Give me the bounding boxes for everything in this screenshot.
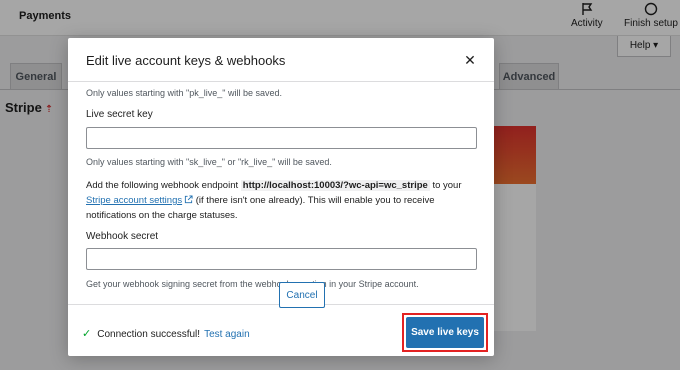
webhook-text-to-your: to your	[432, 180, 462, 191]
webhook-instructions: Add the following webhook endpoint http:…	[86, 178, 478, 223]
close-icon[interactable]: ✕	[462, 52, 478, 68]
webhook-secret-label: Webhook secret	[86, 231, 159, 242]
webhook-secret-hint: Get your webhook signing secret from the…	[86, 279, 419, 289]
status-text: Connection successful!	[97, 329, 201, 340]
cancel-button[interactable]: Cancel	[279, 282, 325, 308]
webhook-text-before: Add the following webhook endpoint	[86, 180, 239, 191]
connection-status: ✓ Connection successful! Test again	[82, 327, 250, 340]
publishable-key-hint: Only values starting with "pk_live_" wil…	[86, 88, 282, 98]
save-live-keys-button[interactable]: Save live keys	[406, 317, 484, 348]
webhook-secret-input[interactable]	[86, 248, 477, 270]
stripe-account-settings-link[interactable]: Stripe account settings	[86, 195, 182, 206]
webhook-endpoint: http://localhost:10003/?wc-api=wc_stripe	[240, 180, 430, 191]
test-again-link[interactable]: Test again	[204, 329, 250, 340]
edit-keys-modal: Edit live account keys & webhooks ✕ Only…	[68, 38, 494, 356]
modal-title: Edit live account keys & webhooks	[86, 53, 286, 68]
modal-header: Edit live account keys & webhooks ✕	[68, 38, 494, 82]
secret-key-label: Live secret key	[86, 109, 153, 120]
secret-key-input[interactable]	[86, 127, 477, 149]
checkmark-icon: ✓	[82, 328, 92, 340]
external-link-icon	[185, 195, 193, 204]
secret-key-hint: Only values starting with "sk_live_" or …	[86, 157, 332, 167]
